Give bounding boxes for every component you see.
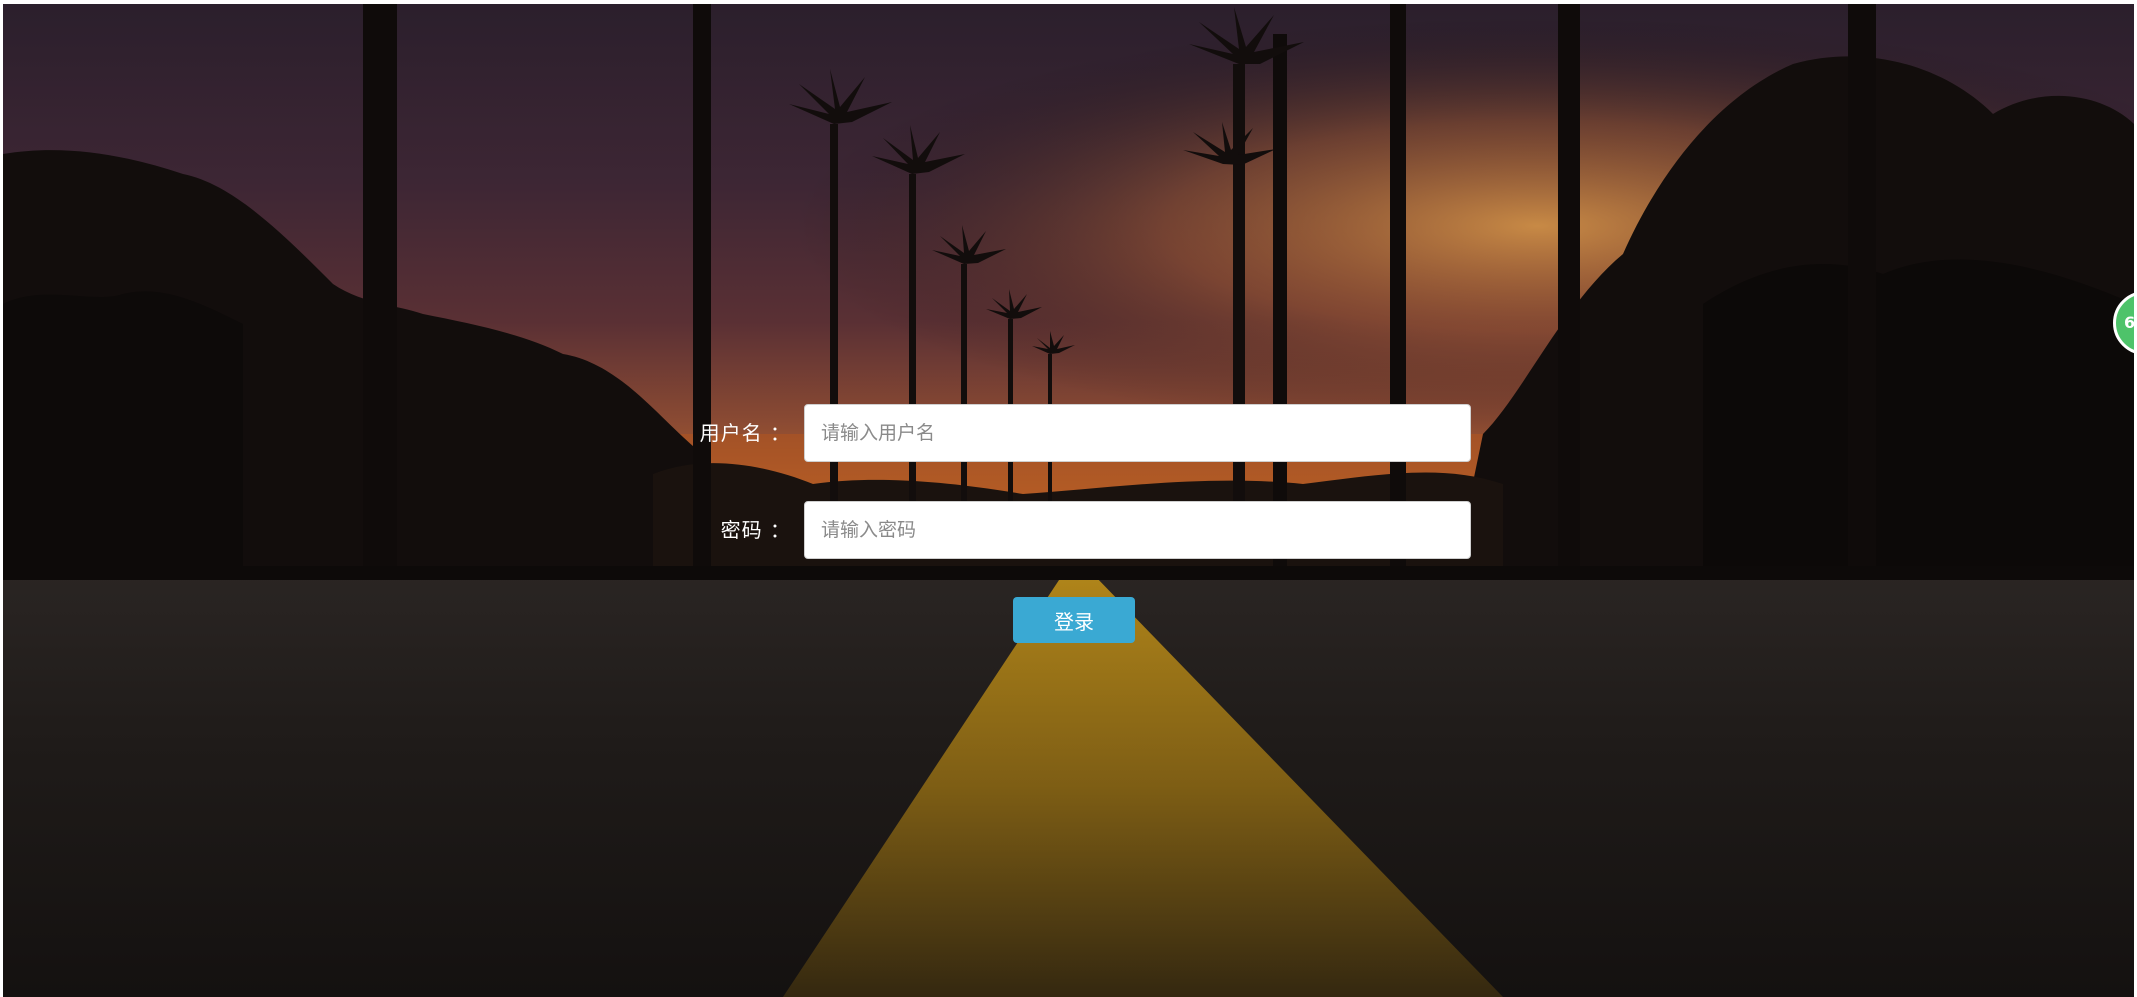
username-input[interactable]	[804, 404, 1471, 462]
page-frame: 用户名 ： 密码 ： 登录 66	[3, 4, 2134, 997]
password-label: 密码 ：	[720, 518, 791, 542]
password-input[interactable]	[804, 501, 1471, 559]
login-button[interactable]: 登录	[1013, 597, 1135, 643]
username-label: 用户名 ：	[699, 421, 791, 445]
login-form: 用户名 ： 密码 ： 登录	[3, 4, 2134, 997]
